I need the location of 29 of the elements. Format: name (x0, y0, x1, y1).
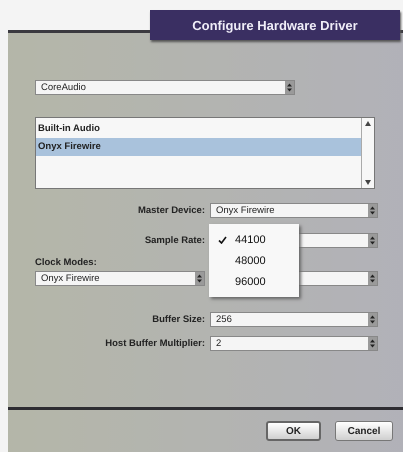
ok-button[interactable]: OK (266, 421, 321, 441)
menu-item[interactable]: 96000 (209, 271, 299, 292)
popup-menu[interactable]: CoreAudio (35, 80, 295, 95)
updown-arrows-icon (368, 234, 377, 247)
list-item[interactable]: Onyx Firewire (36, 138, 361, 156)
scroll-up-arrow-icon[interactable] (365, 121, 371, 126)
scroll-down-arrow-icon[interactable] (365, 180, 371, 185)
updown-arrows-icon (368, 313, 377, 326)
popup-menu[interactable]: 2 (210, 336, 378, 351)
menu-item[interactable]: 48000 (209, 250, 299, 271)
field-label: Clock Modes: (35, 257, 97, 268)
field-label: Host Buffer Multiplier: (104, 338, 205, 349)
popup-menu[interactable]: Onyx Firewire (35, 271, 205, 286)
list-item[interactable]: Built-in Audio (36, 120, 361, 138)
field-label: Sample Rate: (144, 235, 205, 246)
updown-arrows-icon (195, 272, 204, 285)
cancel-button[interactable]: Cancel (335, 421, 393, 441)
updown-arrows-icon (368, 272, 377, 285)
popup-menu[interactable]: 256 (210, 312, 378, 327)
field-label: Buffer Size: (151, 314, 205, 325)
popup-menu[interactable] (298, 271, 378, 286)
updown-arrows-icon (368, 204, 377, 217)
window-title: Configure Hardware Driver (150, 10, 400, 40)
popup-menu[interactable]: Onyx Firewire (210, 203, 378, 218)
updown-arrows-icon (368, 337, 377, 350)
scrollbar[interactable] (361, 118, 374, 188)
menu-item[interactable]: 44100 (209, 229, 299, 250)
field-label: Master Device: (136, 205, 205, 216)
updown-arrows-icon (285, 81, 294, 94)
